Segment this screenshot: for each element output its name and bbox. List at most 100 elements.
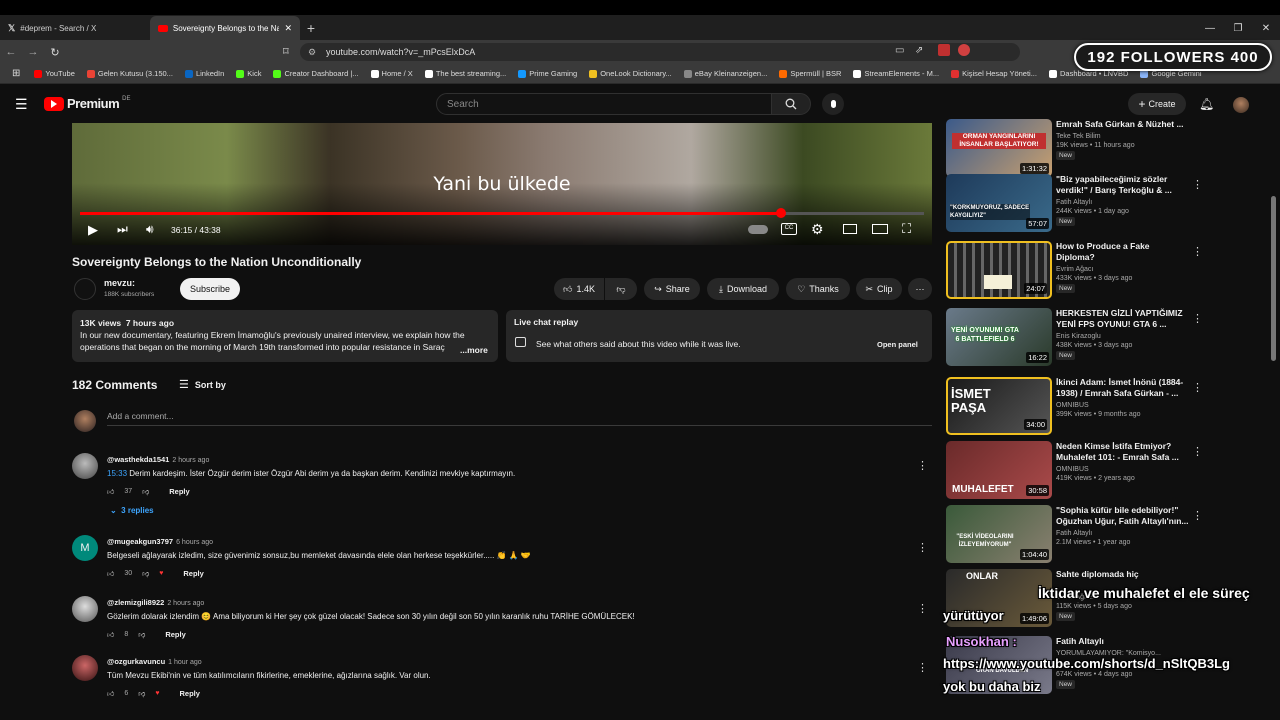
bookmark-item[interactable]: OneLook Dictionary...: [583, 69, 678, 78]
video-thumbnail[interactable]: YENİ OYUNUM! GTA 6 BATTLEFIELD 6 16:22: [946, 308, 1052, 366]
channel-avatar[interactable]: [74, 278, 96, 300]
thumbs-down-icon[interactable]: 👎︎: [138, 689, 145, 698]
video-title[interactable]: Emrah Safa Gürkan & Nüzhet ...: [1056, 119, 1246, 130]
maximize-icon[interactable]: ❐: [1224, 16, 1252, 40]
fullscreen-icon[interactable]: ⛶: [902, 221, 911, 237]
video-thumbnail[interactable]: ORMAN YANGINLARINI İNSANLAR BAŞLATIYOR! …: [946, 119, 1052, 177]
bookmark-item[interactable]: Prime Gaming: [512, 69, 583, 78]
extension-icon[interactable]: [938, 44, 950, 56]
thumbs-down-icon[interactable]: 👎︎: [142, 569, 149, 578]
minimize-icon[interactable]: —: [1196, 16, 1224, 40]
video-menu-icon[interactable]: ⋮: [1192, 381, 1203, 394]
bookmark-item[interactable]: Kick: [230, 69, 267, 78]
recommended-video[interactable]: 24:07 How to Produce a Fake Diploma? Evri…: [946, 241, 1266, 301]
extension-icon[interactable]: [958, 44, 970, 56]
recommended-video[interactable]: "KORKMUYORUZ, SADECE KAYGILIYIZ" 57:07 "…: [946, 174, 1266, 234]
video-thumbnail[interactable]: "ESKİ VİDEOLARINI İZLEYEMİYORUM" 1:04:40: [946, 505, 1052, 563]
account-avatar[interactable]: [1233, 97, 1249, 113]
youtube-premium-logo[interactable]: Premium DE: [44, 96, 130, 111]
search-button[interactable]: [771, 93, 811, 115]
comment-menu-icon[interactable]: ⋮: [917, 602, 928, 615]
comment-menu-icon[interactable]: ⋮: [917, 541, 928, 554]
volume-icon[interactable]: 🔊︎: [146, 222, 154, 237]
more-actions-button[interactable]: ⋯: [908, 278, 932, 300]
comment-avatar[interactable]: [72, 596, 98, 622]
bookmark-star-icon[interactable]: ⌑: [283, 45, 289, 58]
menu-icon[interactable]: ☰: [15, 96, 28, 113]
video-thumbnail[interactable]: 24:07: [946, 241, 1052, 299]
video-title[interactable]: Neden Kimse İstifa Etmiyor? Muhalefet 101…: [1056, 441, 1246, 463]
thanks-button[interactable]: ♡ Thanks: [786, 278, 850, 300]
close-tab-icon[interactable]: ✕: [284, 23, 292, 34]
channel-name[interactable]: Fatih Altaylı: [1056, 530, 1246, 537]
video-title[interactable]: "Biz yapabileceğimiz sözler verdik!" / Ba…: [1056, 174, 1246, 196]
recommended-video[interactable]: YENİ OYUNUM! GTA 6 BATTLEFIELD 6 16:22 H…: [946, 308, 1266, 368]
like-button[interactable]: 👍︎ 1.4K: [554, 278, 604, 300]
page-scrollbar[interactable]: [1271, 196, 1276, 361]
site-info-icon[interactable]: ⚙: [308, 47, 316, 58]
add-comment-input[interactable]: Add a comment...: [107, 411, 932, 426]
view-replies-button[interactable]: ⌄ 3 replies: [110, 506, 515, 515]
recommended-video[interactable]: İSMET PAŞA 34:00 İkinci Adam: İsmet İnön…: [946, 377, 1266, 437]
video-thumbnail[interactable]: "KORKMUYORUZ, SADECE KAYGILIYIZ" 57:07: [946, 174, 1052, 232]
reply-button[interactable]: Reply: [183, 569, 203, 578]
play-icon[interactable]: ▶: [88, 222, 98, 238]
clip-button[interactable]: ✂ Clip: [856, 278, 902, 300]
recommended-video[interactable]: MUHALEFET 30:58 Neden Kimse İstifa Etmiy…: [946, 441, 1266, 501]
video-thumbnail[interactable]: MUHALEFET 30:58: [946, 441, 1052, 499]
open-panel-button[interactable]: Open panel: [872, 337, 923, 352]
comment-avatar[interactable]: M: [72, 535, 98, 561]
autoplay-toggle[interactable]: [748, 225, 768, 234]
next-icon[interactable]: ⏭: [117, 222, 128, 237]
thumbs-up-icon[interactable]: 👍︎: [107, 487, 114, 496]
video-menu-icon[interactable]: ⋮: [1192, 445, 1203, 458]
video-title[interactable]: İkinci Adam: İsmet İnönü (1884- 1938) / E…: [1056, 377, 1246, 399]
thumbs-up-icon[interactable]: 👍︎: [107, 569, 114, 578]
reload-icon[interactable]: ↻: [44, 46, 66, 59]
thumbs-up-icon[interactable]: 👍︎: [107, 689, 114, 698]
comment-author[interactable]: @zlemizgili8922: [107, 598, 164, 607]
bookmark-item[interactable]: Home / X: [365, 69, 419, 78]
download-button[interactable]: ⤓ Download: [707, 278, 779, 300]
bookmark-item[interactable]: StreamElements - M...: [847, 69, 945, 78]
bookmark-item[interactable]: Kişisel Hesap Yöneti...: [945, 69, 1043, 78]
video-player[interactable]: Yani bu ülkede ▶ ⏭ 🔊︎ 36:15 / 43:38 CC ⚙…: [72, 123, 932, 245]
comment-author[interactable]: @mugeakgun3797: [107, 537, 173, 546]
show-more-link[interactable]: ...more: [460, 344, 488, 356]
video-thumbnail[interactable]: İSMET PAŞA 34:00: [946, 377, 1052, 435]
comment-avatar[interactable]: [72, 453, 98, 479]
search-input[interactable]: Search: [436, 93, 772, 115]
video-title[interactable]: "Sophia küfür bile edebiliyor!" Oğuzhan U…: [1056, 505, 1246, 527]
video-menu-icon[interactable]: ⋮: [1192, 178, 1203, 191]
channel-name[interactable]: mevzu:: [104, 278, 135, 288]
url-field[interactable]: ⚙ youtube.com/watch?v=_mPcsElxDcA: [300, 43, 1020, 61]
browser-tab-youtube[interactable]: Sovereignty Belongs to the Nati ✕: [150, 16, 300, 40]
settings-gear-icon[interactable]: ⚙: [811, 221, 824, 238]
video-menu-icon[interactable]: ⋮: [1192, 509, 1203, 522]
captions-icon[interactable]: CC: [781, 223, 797, 235]
comment-author[interactable]: @ozgurkavuncu: [107, 657, 165, 666]
progress-bar[interactable]: [80, 208, 924, 218]
video-menu-icon[interactable]: ⋮: [1192, 312, 1203, 325]
comment-timestamp-link[interactable]: 15:33: [107, 469, 127, 478]
video-title[interactable]: Sahte diplomada hiç: [1056, 569, 1246, 580]
recommended-video[interactable]: ORMAN YANGINLARINI İNSANLAR BAŞLATIYOR! …: [946, 119, 1266, 179]
video-title[interactable]: HERKESTEN GİZLİ YAPTIĞIMIZ YENİ FPS OYUNU…: [1056, 308, 1246, 330]
bookmark-item[interactable]: The best streaming...: [419, 69, 512, 78]
dislike-button[interactable]: 👎︎: [605, 278, 637, 300]
apps-grid-icon[interactable]: ⊞: [6, 68, 28, 79]
bookmark-item[interactable]: Spermüll | BSR: [773, 69, 847, 78]
channel-name[interactable]: Fatih Altaylı: [1056, 199, 1246, 206]
scrubber-handle[interactable]: [775, 208, 786, 218]
reply-button[interactable]: Reply: [165, 630, 185, 639]
cast-icon[interactable]: ▭: [895, 45, 904, 56]
channel-name[interactable]: OMNIBUS: [1056, 402, 1246, 409]
comment-menu-icon[interactable]: ⋮: [917, 661, 928, 674]
bookmark-item[interactable]: YouTube: [28, 69, 80, 78]
create-button[interactable]: + Create: [1128, 93, 1186, 115]
channel-name[interactable]: Evrim Ağacı: [1056, 266, 1246, 273]
recommended-video[interactable]: "ESKİ VİDEOLARINI İZLEYEMİYORUM" 1:04:40…: [946, 505, 1266, 565]
bookmark-item[interactable]: Gelen Kutusu (3.150...: [81, 69, 179, 78]
share-button[interactable]: ↪ Share: [644, 278, 700, 300]
thumbs-down-icon[interactable]: 👎︎: [138, 630, 145, 639]
